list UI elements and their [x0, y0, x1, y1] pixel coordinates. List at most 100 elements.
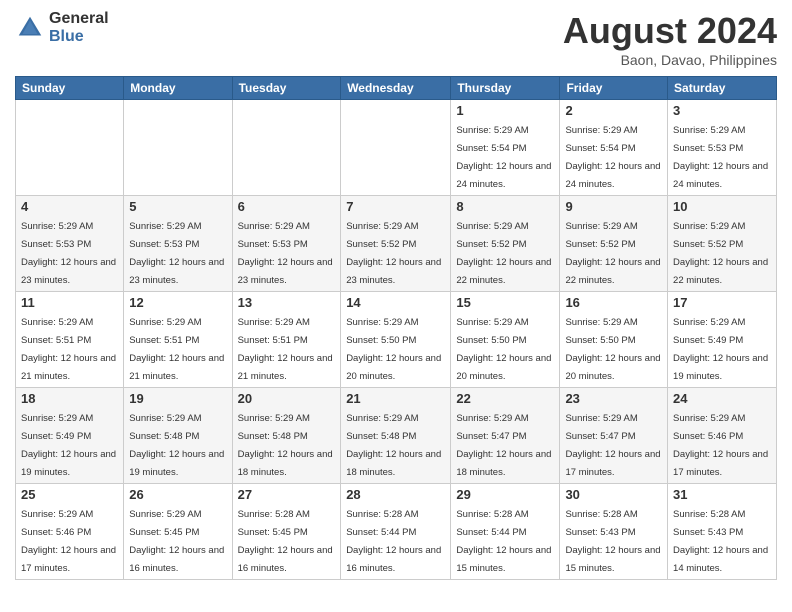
week-row-2: 11 Sunrise: 5:29 AMSunset: 5:51 PMDaylig…	[16, 292, 777, 388]
day-number: 7	[346, 199, 445, 214]
calendar-cell: 20 Sunrise: 5:29 AMSunset: 5:48 PMDaylig…	[232, 388, 341, 484]
calendar-cell: 29 Sunrise: 5:28 AMSunset: 5:44 PMDaylig…	[451, 484, 560, 580]
logo-icon	[15, 13, 45, 43]
day-info: Sunrise: 5:29 AMSunset: 5:49 PMDaylight:…	[21, 413, 116, 478]
day-number: 21	[346, 391, 445, 406]
week-row-3: 18 Sunrise: 5:29 AMSunset: 5:49 PMDaylig…	[16, 388, 777, 484]
day-number: 5	[129, 199, 226, 214]
day-info: Sunrise: 5:29 AMSunset: 5:48 PMDaylight:…	[238, 413, 333, 478]
calendar-cell: 25 Sunrise: 5:29 AMSunset: 5:46 PMDaylig…	[16, 484, 124, 580]
location-text: Baon, Davao, Philippines	[563, 52, 777, 68]
logo-blue-text: Blue	[49, 28, 109, 46]
day-number: 16	[565, 295, 662, 310]
col-tuesday: Tuesday	[232, 77, 341, 100]
day-number: 1	[456, 103, 554, 118]
calendar-cell: 14 Sunrise: 5:29 AMSunset: 5:50 PMDaylig…	[341, 292, 451, 388]
day-info: Sunrise: 5:29 AMSunset: 5:47 PMDaylight:…	[565, 413, 660, 478]
calendar-cell: 31 Sunrise: 5:28 AMSunset: 5:43 PMDaylig…	[668, 484, 777, 580]
week-row-4: 25 Sunrise: 5:29 AMSunset: 5:46 PMDaylig…	[16, 484, 777, 580]
day-number: 27	[238, 487, 336, 502]
calendar-cell: 26 Sunrise: 5:29 AMSunset: 5:45 PMDaylig…	[124, 484, 232, 580]
calendar-cell: 15 Sunrise: 5:29 AMSunset: 5:50 PMDaylig…	[451, 292, 560, 388]
month-title: August 2024	[563, 10, 777, 52]
day-number: 11	[21, 295, 118, 310]
day-info: Sunrise: 5:29 AMSunset: 5:52 PMDaylight:…	[456, 221, 551, 286]
day-number: 9	[565, 199, 662, 214]
day-number: 23	[565, 391, 662, 406]
day-info: Sunrise: 5:29 AMSunset: 5:49 PMDaylight:…	[673, 317, 768, 382]
col-friday: Friday	[560, 77, 668, 100]
day-info: Sunrise: 5:28 AMSunset: 5:43 PMDaylight:…	[565, 509, 660, 574]
day-info: Sunrise: 5:29 AMSunset: 5:53 PMDaylight:…	[21, 221, 116, 286]
day-info: Sunrise: 5:28 AMSunset: 5:43 PMDaylight:…	[673, 509, 768, 574]
week-row-1: 4 Sunrise: 5:29 AMSunset: 5:53 PMDayligh…	[16, 196, 777, 292]
logo-text: General Blue	[49, 10, 109, 45]
day-number: 19	[129, 391, 226, 406]
day-info: Sunrise: 5:29 AMSunset: 5:51 PMDaylight:…	[238, 317, 333, 382]
col-sunday: Sunday	[16, 77, 124, 100]
day-info: Sunrise: 5:29 AMSunset: 5:48 PMDaylight:…	[346, 413, 441, 478]
day-info: Sunrise: 5:28 AMSunset: 5:45 PMDaylight:…	[238, 509, 333, 574]
calendar-header-row: Sunday Monday Tuesday Wednesday Thursday…	[16, 77, 777, 100]
day-number: 20	[238, 391, 336, 406]
calendar-cell: 11 Sunrise: 5:29 AMSunset: 5:51 PMDaylig…	[16, 292, 124, 388]
day-number: 18	[21, 391, 118, 406]
page: General Blue August 2024 Baon, Davao, Ph…	[0, 0, 792, 612]
calendar-cell: 9 Sunrise: 5:29 AMSunset: 5:52 PMDayligh…	[560, 196, 668, 292]
logo: General Blue	[15, 10, 109, 45]
day-info: Sunrise: 5:29 AMSunset: 5:48 PMDaylight:…	[129, 413, 224, 478]
calendar-cell: 21 Sunrise: 5:29 AMSunset: 5:48 PMDaylig…	[341, 388, 451, 484]
day-number: 4	[21, 199, 118, 214]
day-info: Sunrise: 5:29 AMSunset: 5:51 PMDaylight:…	[21, 317, 116, 382]
day-info: Sunrise: 5:29 AMSunset: 5:45 PMDaylight:…	[129, 509, 224, 574]
calendar-cell: 27 Sunrise: 5:28 AMSunset: 5:45 PMDaylig…	[232, 484, 341, 580]
calendar-cell: 17 Sunrise: 5:29 AMSunset: 5:49 PMDaylig…	[668, 292, 777, 388]
calendar-cell: 19 Sunrise: 5:29 AMSunset: 5:48 PMDaylig…	[124, 388, 232, 484]
day-number: 13	[238, 295, 336, 310]
day-number: 14	[346, 295, 445, 310]
day-info: Sunrise: 5:29 AMSunset: 5:46 PMDaylight:…	[673, 413, 768, 478]
day-info: Sunrise: 5:29 AMSunset: 5:54 PMDaylight:…	[565, 125, 660, 190]
day-info: Sunrise: 5:28 AMSunset: 5:44 PMDaylight:…	[346, 509, 441, 574]
day-info: Sunrise: 5:29 AMSunset: 5:54 PMDaylight:…	[456, 125, 551, 190]
day-number: 10	[673, 199, 771, 214]
calendar-cell	[16, 100, 124, 196]
day-info: Sunrise: 5:29 AMSunset: 5:50 PMDaylight:…	[456, 317, 551, 382]
day-number: 22	[456, 391, 554, 406]
day-info: Sunrise: 5:29 AMSunset: 5:53 PMDaylight:…	[673, 125, 768, 190]
calendar-cell: 12 Sunrise: 5:29 AMSunset: 5:51 PMDaylig…	[124, 292, 232, 388]
day-number: 3	[673, 103, 771, 118]
day-number: 6	[238, 199, 336, 214]
day-number: 28	[346, 487, 445, 502]
calendar-cell: 2 Sunrise: 5:29 AMSunset: 5:54 PMDayligh…	[560, 100, 668, 196]
calendar-cell	[341, 100, 451, 196]
day-info: Sunrise: 5:29 AMSunset: 5:50 PMDaylight:…	[346, 317, 441, 382]
calendar-cell: 1 Sunrise: 5:29 AMSunset: 5:54 PMDayligh…	[451, 100, 560, 196]
day-number: 26	[129, 487, 226, 502]
calendar-cell: 5 Sunrise: 5:29 AMSunset: 5:53 PMDayligh…	[124, 196, 232, 292]
calendar-cell: 8 Sunrise: 5:29 AMSunset: 5:52 PMDayligh…	[451, 196, 560, 292]
calendar-cell: 6 Sunrise: 5:29 AMSunset: 5:53 PMDayligh…	[232, 196, 341, 292]
calendar-cell: 28 Sunrise: 5:28 AMSunset: 5:44 PMDaylig…	[341, 484, 451, 580]
header: General Blue August 2024 Baon, Davao, Ph…	[15, 10, 777, 68]
day-number: 31	[673, 487, 771, 502]
day-number: 12	[129, 295, 226, 310]
logo-general-text: General	[49, 10, 109, 28]
calendar-cell: 18 Sunrise: 5:29 AMSunset: 5:49 PMDaylig…	[16, 388, 124, 484]
calendar-cell	[232, 100, 341, 196]
col-saturday: Saturday	[668, 77, 777, 100]
calendar-cell: 4 Sunrise: 5:29 AMSunset: 5:53 PMDayligh…	[16, 196, 124, 292]
col-thursday: Thursday	[451, 77, 560, 100]
calendar-cell: 24 Sunrise: 5:29 AMSunset: 5:46 PMDaylig…	[668, 388, 777, 484]
day-info: Sunrise: 5:29 AMSunset: 5:52 PMDaylight:…	[565, 221, 660, 286]
day-number: 2	[565, 103, 662, 118]
calendar-cell: 22 Sunrise: 5:29 AMSunset: 5:47 PMDaylig…	[451, 388, 560, 484]
calendar-cell: 16 Sunrise: 5:29 AMSunset: 5:50 PMDaylig…	[560, 292, 668, 388]
calendar-cell	[124, 100, 232, 196]
calendar-cell: 13 Sunrise: 5:29 AMSunset: 5:51 PMDaylig…	[232, 292, 341, 388]
day-number: 15	[456, 295, 554, 310]
day-number: 24	[673, 391, 771, 406]
day-info: Sunrise: 5:29 AMSunset: 5:53 PMDaylight:…	[238, 221, 333, 286]
day-number: 25	[21, 487, 118, 502]
col-wednesday: Wednesday	[341, 77, 451, 100]
